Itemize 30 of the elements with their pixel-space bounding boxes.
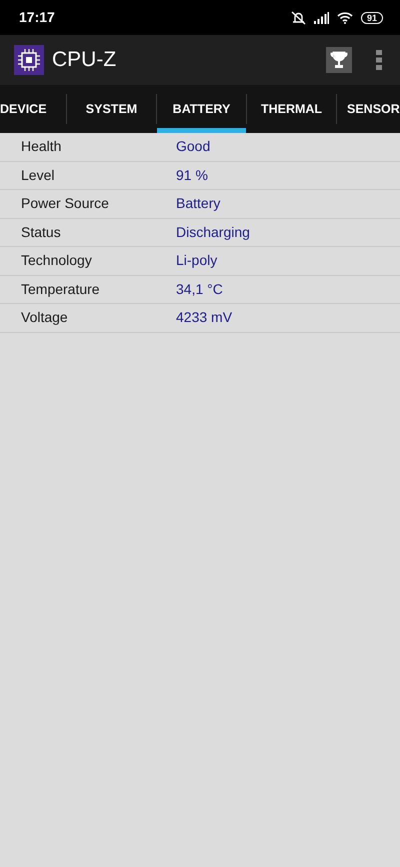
row-label: Voltage — [20, 308, 69, 328]
signal-icon — [314, 12, 329, 24]
row-value: 34,1 °C — [176, 280, 223, 299]
battery-level: 91 — [360, 12, 383, 24]
more-menu-button[interactable] — [376, 50, 382, 70]
row-value: Discharging — [176, 222, 250, 242]
wifi-icon — [336, 12, 353, 24]
row-label: Power Source — [20, 194, 110, 214]
tab[interactable]: BATTERY — [157, 85, 246, 133]
row-value: Good — [176, 137, 210, 156]
row-value: Li-poly — [176, 251, 218, 270]
muted-bell-icon — [290, 10, 306, 24]
row-value: 4233 mV — [176, 308, 232, 328]
row-label: Technology — [20, 251, 93, 270]
status-time: 17:17 — [19, 8, 55, 27]
row-label: Temperature — [20, 280, 101, 299]
row-label: Status — [20, 222, 62, 242]
row-value: 91 % — [176, 166, 208, 185]
tab[interactable]: SENSOR — [337, 85, 400, 133]
tab[interactable]: THERMAL — [247, 85, 336, 133]
row-value: Battery — [176, 194, 220, 214]
chip-icon — [14, 45, 44, 75]
more-icon — [376, 50, 382, 70]
row-label: Level — [20, 166, 56, 185]
trophy-button[interactable] — [326, 47, 352, 73]
tab[interactable]: SYSTEM — [67, 85, 156, 133]
tab[interactable]: DEVICE — [0, 85, 66, 133]
app-title: CPU-Z — [52, 47, 116, 74]
trophy-icon — [330, 51, 348, 69]
row-label: Health — [20, 137, 62, 156]
